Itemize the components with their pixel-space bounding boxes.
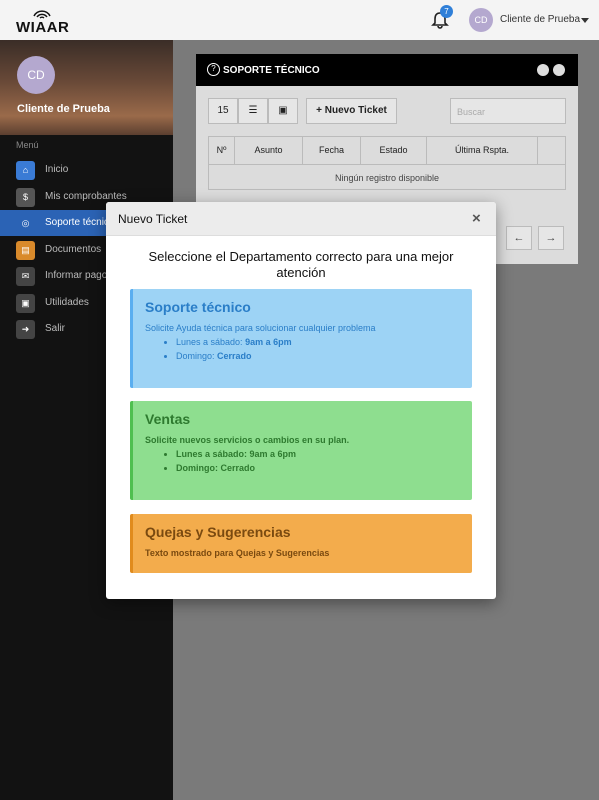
top-bar: WIAAR 7 CD Cliente de Prueba [0,0,599,40]
user-menu-name[interactable]: Cliente de Prueba [500,14,580,25]
card-title: Quejas y Sugerencias [145,524,291,540]
new-ticket-modal: Nuevo Ticket × Seleccione el Departament… [106,202,496,599]
department-card-soporte[interactable]: Soporte técnico Solicite Ayuda técnica p… [130,289,472,388]
logo-text: WIAAR [16,19,70,36]
list-item: Lunes a sábado: 9am a 6pm [176,447,460,461]
hours-list: Lunes a sábado: 9am a 6pm Domingo: Cerra… [145,335,460,363]
card-title: Soporte técnico [145,299,251,315]
close-icon[interactable]: × [472,210,481,227]
modal-heading: Seleccione el Departamento correcto para… [148,249,454,280]
modal-header: Nuevo Ticket × [106,202,496,236]
card-title: Ventas [145,411,191,427]
department-card-quejas[interactable]: Quejas y Sugerencias Texto mostrado para… [130,514,472,573]
department-card-ventas[interactable]: Ventas Solicite nuevos servicios o cambi… [130,401,472,500]
list-item: Domingo: Cerrado [176,349,460,363]
card-description: Texto mostrado para Quejas y Sugerencias [145,548,330,558]
user-avatar[interactable]: CD [469,8,493,32]
list-item: Lunes a sábado: 9am a 6pm [176,335,460,349]
chevron-down-icon[interactable] [581,18,589,23]
modal-title: Nuevo Ticket [118,212,188,226]
list-item: Domingo: Cerrado [176,461,460,475]
hours-list: Lunes a sábado: 9am a 6pm Domingo: Cerra… [145,447,460,475]
card-description: Solicite nuevos servicios o cambios en s… [145,435,350,445]
brand-logo[interactable]: WIAAR [16,6,70,36]
card-description: Solicite Ayuda técnica para solucionar c… [145,323,376,333]
notification-badge: 7 [440,5,453,18]
